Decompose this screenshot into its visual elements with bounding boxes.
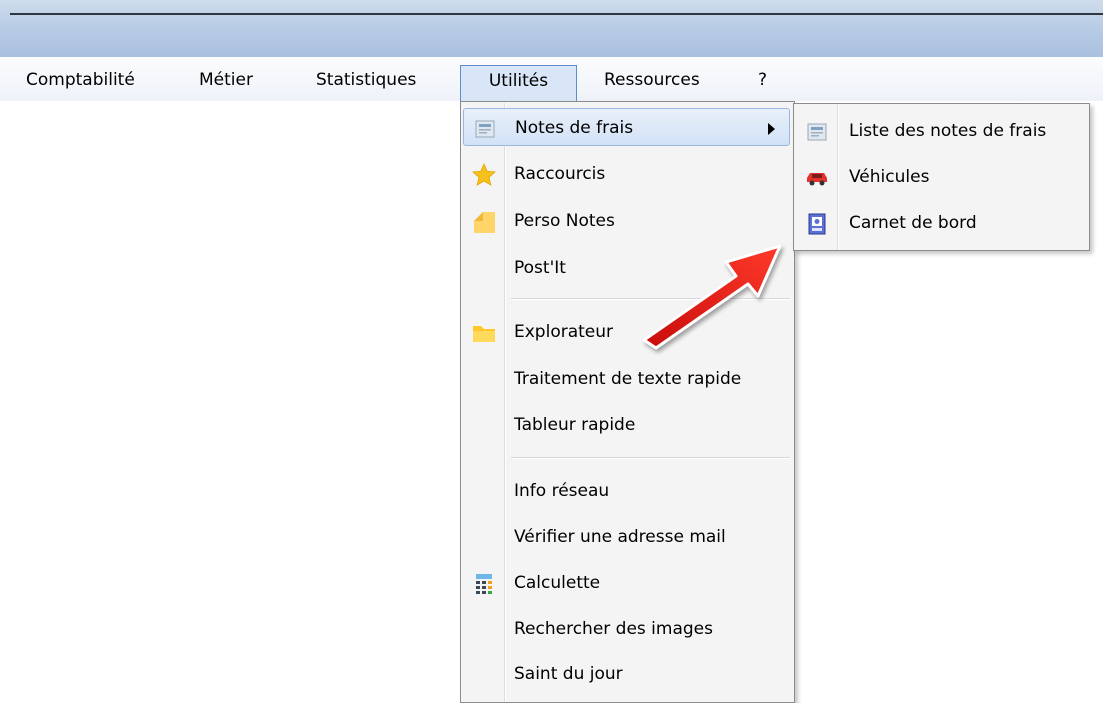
menu-ressources[interactable]: Ressources — [604, 65, 700, 95]
menu-item-saint-du-jour[interactable]: Saint du jour — [463, 655, 790, 693]
menu-metier[interactable]: Métier — [199, 65, 253, 95]
menu-item-label: Tableur rapide — [514, 415, 636, 435]
notes-de-frais-submenu: Liste des notes de frais Véhicules Carne… — [793, 103, 1090, 251]
menu-item-info-reseau[interactable]: Info réseau — [463, 472, 790, 510]
menu-item-traitement-texte[interactable]: Traitement de texte rapide — [463, 360, 790, 398]
menu-item-label: Raccourcis — [514, 164, 606, 184]
star-icon — [471, 162, 497, 188]
calculator-icon — [471, 571, 497, 597]
menu-statistiques[interactable]: Statistiques — [316, 65, 416, 95]
menu-help[interactable]: ? — [758, 65, 767, 95]
menu-comptabilite[interactable]: Comptabilité — [26, 65, 135, 95]
menu-item-label: Notes de frais — [515, 118, 634, 138]
menu-item-label: Saint du jour — [514, 664, 623, 684]
menu-item-label: Traitement de texte rapide — [514, 369, 742, 389]
menu-item-rechercher-images[interactable]: Rechercher des images — [463, 610, 790, 648]
submenu-item-carnet[interactable]: Carnet de bord — [796, 204, 1085, 242]
menu-item-calculette[interactable]: Calculette — [463, 564, 790, 602]
menu-item-label: Rechercher des images — [514, 619, 713, 639]
titlebar-border — [10, 13, 1103, 15]
utilites-dropdown: Notes de frais Raccourcis Perso Notes Po… — [460, 101, 795, 703]
list-icon — [804, 119, 830, 145]
menu-item-tableur[interactable]: Tableur rapide — [463, 406, 790, 444]
menu-item-label: Perso Notes — [514, 211, 615, 231]
submenu-item-label: Carnet de bord — [849, 213, 977, 233]
menu-item-label: Info réseau — [514, 481, 610, 501]
annotation-arrow-icon — [642, 244, 782, 350]
logbook-icon — [804, 211, 830, 237]
submenu-item-label: Liste des notes de frais — [849, 121, 1047, 141]
menu-item-label: Vérifier une adresse mail — [514, 527, 726, 547]
menu-item-verifier-mail[interactable]: Vérifier une adresse mail — [463, 518, 790, 556]
window-titlebar — [0, 0, 1103, 57]
menu-separator — [511, 457, 790, 459]
car-icon — [804, 165, 830, 191]
submenu-item-label: Véhicules — [849, 167, 930, 187]
submenu-item-vehicules[interactable]: Véhicules — [796, 158, 1085, 196]
sticky-note-icon — [471, 209, 497, 235]
menu-item-label: Post'It — [514, 258, 566, 278]
folder-icon — [471, 320, 497, 346]
menu-item-notes-de-frais[interactable]: Notes de frais — [463, 108, 790, 146]
notes-de-frais-icon — [472, 116, 498, 142]
submenu-arrow-icon — [768, 123, 775, 135]
menu-item-raccourcis[interactable]: Raccourcis — [463, 155, 790, 193]
menu-item-label: Explorateur — [514, 322, 614, 342]
menu-bar: Comptabilité Métier Statistiques Utilité… — [0, 57, 1103, 110]
submenu-item-liste[interactable]: Liste des notes de frais — [796, 112, 1085, 150]
menu-item-label: Calculette — [514, 573, 601, 593]
